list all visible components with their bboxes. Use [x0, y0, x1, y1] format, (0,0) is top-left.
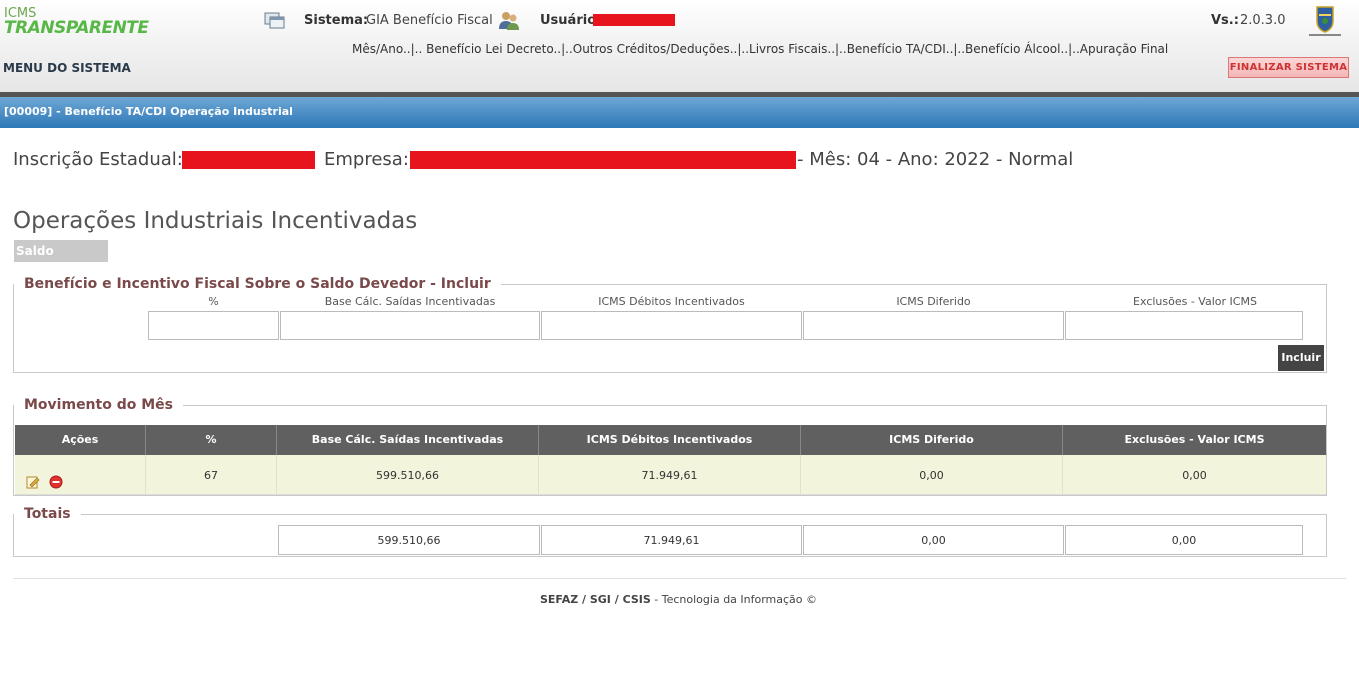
page-title: Operações Industriais Incentivadas	[13, 208, 418, 234]
version-value: 2.0.3.0	[1240, 13, 1286, 28]
edit-icon[interactable]	[26, 465, 40, 489]
users-icon	[498, 9, 520, 31]
top-header: ICMS TRANSPARENTE Sistema: GIA Benefício…	[0, 0, 1359, 92]
form-col-base: Base Cálc. Saídas Incentivadas	[324, 295, 496, 308]
include-form-legend: Benefício e Incentivo Fiscal Sobre o Sal…	[14, 276, 501, 292]
form-col-percent: %	[208, 295, 219, 308]
footer-text: - Tecnologia da Informação ©	[650, 593, 818, 606]
cell-diferido: 0,00	[801, 455, 1063, 495]
user-name-redaction	[593, 14, 675, 26]
actions-cell	[15, 455, 146, 495]
icms-transparente-logo[interactable]: ICMS TRANSPARENTE	[4, 6, 149, 38]
total-diferido: 0,00	[803, 525, 1064, 555]
saldo-devedor-tag: Saldo Devedor	[14, 240, 108, 280]
ie-label: Inscrição Estadual:	[13, 149, 183, 170]
col-header-base: Base Cálc. Saídas Incentivadas	[277, 425, 539, 455]
period-text: - Mês: 04 - Ano: 2022 - Normal	[797, 149, 1074, 170]
state-crest-icon	[1305, 5, 1345, 39]
col-header-debitos: ICMS Débitos Incentivados	[539, 425, 801, 455]
logo-line-2: TRANSPARENTE	[4, 18, 149, 38]
cell-percent: 67	[146, 455, 277, 495]
movement-legend: Movimento do Mês	[14, 397, 183, 413]
menu-title: MENU DO SISTEMA	[3, 61, 131, 75]
totals-legend: Totais	[14, 506, 81, 522]
percent-input[interactable]	[148, 311, 279, 340]
base-calc-input[interactable]	[280, 311, 540, 340]
system-window-icon	[264, 11, 286, 31]
system-value: GIA Benefício Fiscal	[366, 13, 493, 28]
table-row: 67 599.510,66 71.949,61 0,00 0,00	[15, 455, 1326, 495]
cell-debitos: 71.949,61	[539, 455, 801, 495]
col-header-exclusoes: Exclusões - Valor ICMS	[1124, 433, 1265, 446]
delete-icon[interactable]	[49, 465, 63, 489]
form-col-exclusoes: Exclusões - Valor ICMS	[1133, 295, 1257, 308]
total-debitos: 71.949,61	[541, 525, 802, 555]
breadcrumb: [00009] - Benefício TA/CDI Operação Indu…	[4, 105, 293, 118]
footer-org: SEFAZ / SGI / CSIS	[540, 593, 651, 606]
finalize-system-button[interactable]: FINALIZAR SISTEMA	[1228, 57, 1349, 78]
top-menu[interactable]: Mês/Ano..|.. Benefício Lei Decreto..|..O…	[352, 42, 1168, 56]
footer: SEFAZ / SGI / CSIS - Tecnologia da Infor…	[540, 593, 817, 606]
include-button[interactable]: Incluir	[1278, 345, 1324, 371]
cell-base: 599.510,66	[277, 455, 539, 495]
ie-redaction	[182, 151, 315, 169]
version-label: Vs.:	[1211, 13, 1239, 28]
company-redaction	[410, 151, 796, 169]
company-label: Empresa:	[324, 149, 409, 170]
exclusoes-input[interactable]	[1065, 311, 1303, 340]
cell-exclusoes: 0,00	[1182, 469, 1207, 482]
col-header-percent: %	[146, 425, 277, 455]
icms-diferido-input[interactable]	[803, 311, 1064, 340]
breadcrumb-bar: [00009] - Benefício TA/CDI Operação Indu…	[0, 97, 1359, 128]
footer-divider	[13, 578, 1346, 579]
total-exclusoes: 0,00	[1065, 525, 1303, 555]
system-label: Sistema:	[304, 13, 369, 28]
form-col-diferido: ICMS Diferido	[896, 295, 971, 308]
total-base: 599.510,66	[278, 525, 540, 555]
form-col-debitos: ICMS Débitos Incentivados	[598, 295, 745, 308]
col-header-actions: Ações	[15, 425, 146, 455]
col-header-diferido: ICMS Diferido	[801, 425, 1063, 455]
movement-table-header: Ações % Base Cálc. Saídas Incentivadas I…	[15, 425, 1326, 455]
icms-debitos-input[interactable]	[541, 311, 802, 340]
